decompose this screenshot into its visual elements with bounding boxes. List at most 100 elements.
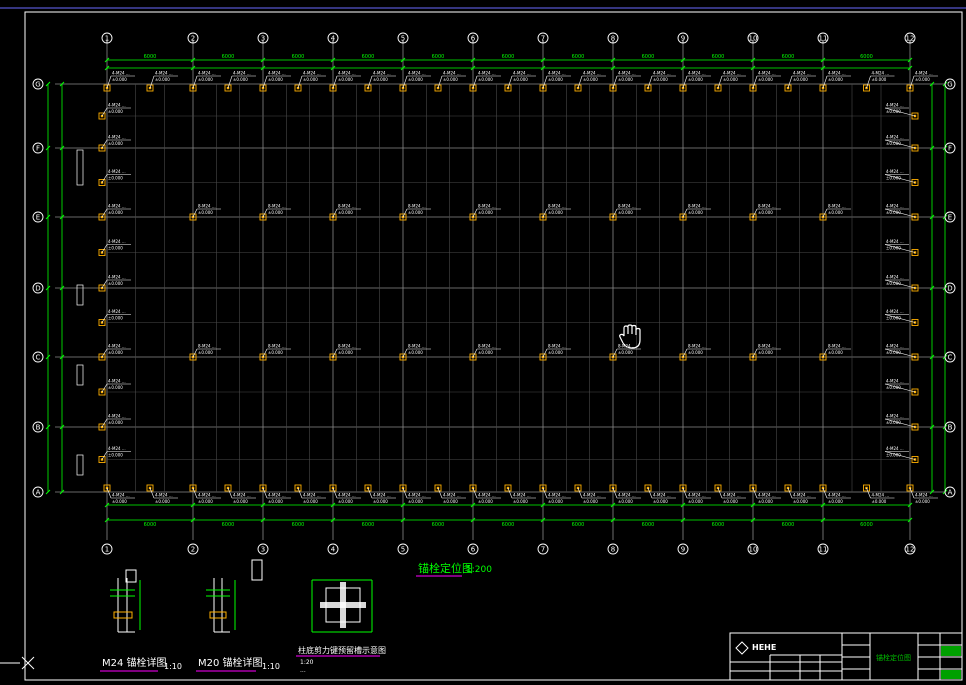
axis-label: 5 (401, 35, 405, 43)
axis-bubble-left-B: B (32, 421, 44, 433)
axis-bubble-bottom-7: 7 (537, 543, 549, 555)
bolt-tag-text: 4-M24 ... (373, 493, 391, 498)
base-sub1: 1:20 (300, 659, 314, 666)
bolt-tag-left: 4-M24 ...±0.000 (98, 309, 131, 326)
axis-label: 7 (541, 546, 545, 554)
bolt-tag-text: 4-M24 ... (108, 309, 126, 314)
bolt-elevation-text: ±0.000 (548, 77, 563, 82)
bolt-tag-text: 4-M24 ... (513, 493, 531, 498)
bolt-elevation-text: ±0.000 (443, 77, 458, 82)
bolt-elevation-text: ±0.000 (653, 499, 668, 504)
bolt-tag-bottom-mid: 4-M24 ...±0.000 (574, 484, 606, 504)
axis-bubble-top-10: 10 (747, 32, 759, 44)
axis-bubble-top-12: 12 (904, 32, 916, 44)
bolt-tag-bottom-11: 4-M24 ...±0.000 (819, 484, 851, 504)
bolt-elevation-text: ±0.000 (112, 499, 127, 504)
bolt-elevation-text: ±0.000 (108, 385, 123, 390)
dim-segment-label: 6000 (712, 54, 725, 60)
bolt-tag-bottom-mid: 4-M24 ...±0.000 (784, 484, 816, 504)
dim-segment-label: 6000 (362, 522, 375, 528)
bolt-elevation-text: ±0.000 (108, 109, 123, 114)
bolt-tag-text: 4-M24 ... (112, 71, 130, 76)
axis-label: D (35, 285, 40, 293)
dim-segment-label: 6000 (860, 522, 873, 528)
bolt-tag-text: 8-M24 ... (198, 344, 216, 349)
cad-drawing-canvas[interactable]: 6000 6000 6000 6000 6000 6000 6000 6000 6000 6000… (0, 0, 966, 685)
plan-scale-text: 1:200 (466, 565, 492, 575)
axis-bubble-bottom-4: 4 (327, 543, 339, 555)
bolt-elevation-text: ±0.000 (886, 453, 901, 458)
plan-title-text: 锚栓定位图 (418, 561, 473, 575)
dim-segment-label: 6000 (362, 54, 375, 60)
axis-label: F (948, 145, 952, 153)
bolt-tag-text: 8-M24 ... (688, 344, 706, 349)
base-sub2: ... (300, 667, 306, 674)
axis-bubble-bottom-1: 1 (101, 543, 113, 555)
sheet-title: 锚栓定位图 (876, 653, 911, 662)
bolt-tag-text: 8-M24 ... (408, 204, 426, 209)
dim-segment-label: 6000 (572, 522, 585, 528)
bolt-tag-text: 8-M24 ... (478, 204, 496, 209)
bolt-elevation-text: ±0.000 (618, 210, 633, 215)
axis-bubble-right-E: E (944, 211, 956, 223)
bolt-tag-text: 8-M24 ... (828, 344, 846, 349)
bolt-elevation-text: ±0.000 (886, 281, 901, 286)
axis-label: 5 (401, 546, 405, 554)
bolt-tag-text: 4-M24 ... (886, 204, 904, 209)
dim-segment-label: 6000 (502, 522, 515, 528)
axis-label: 1 (105, 546, 109, 554)
bolt-elevation-text: ±0.000 (112, 77, 127, 82)
bolt-elevation-text: ±0.000 (338, 499, 353, 504)
bolt-tag-text: 8-M24 ... (618, 204, 636, 209)
bolt-elevation-text: ±0.000 (268, 499, 283, 504)
bolt-tag-text: 4-M24 ... (108, 379, 126, 384)
bolt-tag-text: 4-M24 ... (618, 493, 636, 498)
bolt-tag-top-mid: 4-M24 ...±0.000 (364, 71, 396, 92)
axis-bubble-bottom-5: 5 (397, 543, 409, 555)
bolt-tag-left: 4-M24 ...±0.000 (98, 275, 131, 292)
bolt-elevation-text: ±0.000 (886, 141, 901, 146)
bolt-elevation-text: ±0.000 (268, 350, 283, 355)
bolt-tag-top-11: 4-M24 ...±0.000 (819, 71, 851, 92)
axis-bubble-top-11: 11 (817, 32, 829, 44)
axis-label: 9 (681, 35, 685, 43)
bolt-tag-top-mid: 4-M24 ...±0.000 (504, 71, 536, 92)
bolt-tag-text: 4-M24 ... (653, 71, 671, 76)
bolt-tag-top-1: 4-M24 ...±0.000 (103, 71, 135, 92)
dim-segment-label: 6000 (432, 522, 445, 528)
grid-lines (55, 40, 945, 540)
axis-bubble-top-9: 9 (677, 32, 689, 44)
bolt-elevation-text: ±0.000 (872, 77, 887, 82)
bolt-elevation-text: ±0.000 (198, 77, 213, 82)
bolt-elevation-text: ±0.000 (373, 77, 388, 82)
bolt-tag-text: 4-M24 ... (108, 135, 126, 140)
dim-segment-label: 6000 (222, 54, 235, 60)
bolt-elevation-text: ±0.000 (886, 109, 901, 114)
bolt-elevation-text: ±0.000 (478, 350, 493, 355)
bolt-tag-right: 4-M24 ...±0.000 (884, 379, 919, 396)
axis-label: D (947, 285, 952, 293)
dim-segment-label: 6000 (860, 54, 873, 60)
bolt-elevation-text: ±0.000 (108, 141, 123, 146)
bolt-tag-text: 4-M24 ... (915, 493, 933, 498)
bolt-tag-bottom-mid: 4-M24 ...±0.000 (294, 484, 326, 504)
bolt-tag-top-mid: 4-M24 ...±0.000 (574, 71, 606, 92)
axis-bubble-right-G: G (944, 78, 956, 90)
dim-segment-label: 6000 (572, 54, 585, 60)
bolt-tag-text: 4-M24 ... (872, 71, 890, 76)
bolt-tag-top-mid: 4-M24 ...±0.000 (434, 71, 466, 92)
bolt-elevation-text: ±0.000 (108, 453, 123, 458)
bolt-tag-left: 4-M24 ...±0.000 (98, 103, 131, 120)
axis-label: B (948, 424, 953, 432)
dim-segment-label: 6000 (432, 54, 445, 60)
bolt-elevation-text: ±0.000 (478, 499, 493, 504)
bolt-tag-text: 4-M24 ... (233, 493, 251, 498)
axis-bubble-bottom-8: 8 (607, 543, 619, 555)
bolt-tag-text: 8-M24 ... (478, 344, 496, 349)
axis-bubble-top-8: 8 (607, 32, 619, 44)
bolt-elevation-text: ±0.000 (268, 77, 283, 82)
axis-bubble-bottom-9: 9 (677, 543, 689, 555)
axis-bubble-bottom-11: 11 (817, 543, 829, 555)
axis-label: E (36, 214, 40, 222)
bolt-elevation-text: ±0.000 (758, 210, 773, 215)
